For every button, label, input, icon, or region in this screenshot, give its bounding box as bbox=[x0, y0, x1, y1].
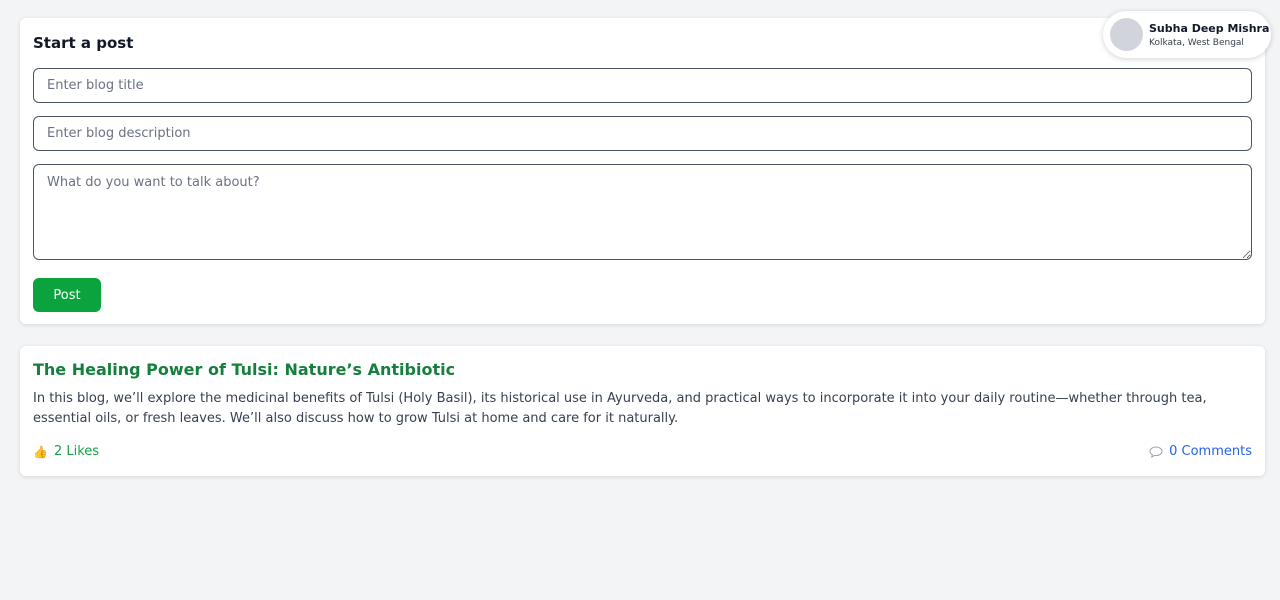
avatar bbox=[1110, 18, 1143, 51]
post-title[interactable]: The Healing Power of Tulsi: Nature’s Ant… bbox=[33, 360, 455, 379]
thumbs-up-icon: 👍 bbox=[33, 444, 48, 459]
post-button[interactable]: Post bbox=[33, 278, 101, 312]
blog-post-card: The Healing Power of Tulsi: Nature’s Ant… bbox=[20, 346, 1265, 476]
profile-location: Kolkata, West Bengal bbox=[1149, 38, 1244, 48]
comment-icon bbox=[1149, 445, 1163, 458]
profile-name: Subha Deep Mishra bbox=[1149, 22, 1270, 35]
blog-body-textarea[interactable] bbox=[33, 164, 1252, 260]
blog-title-input[interactable] bbox=[33, 68, 1252, 103]
likes-count: 2 Likes bbox=[53, 444, 100, 459]
post-description: In this blog, we’ll explore the medicina… bbox=[33, 391, 1207, 426]
profile-card[interactable]: Subha Deep Mishra Kolkata, West Bengal bbox=[1103, 11, 1271, 58]
blog-description-input[interactable] bbox=[33, 116, 1252, 151]
comments-count: 0 Comments bbox=[1169, 444, 1252, 459]
composer-heading: Start a post bbox=[33, 34, 134, 52]
like-button[interactable]: 👍 2 Likes bbox=[33, 444, 99, 459]
post-composer: Start a post Post bbox=[20, 18, 1265, 324]
comments-button[interactable]: 0 Comments bbox=[1149, 444, 1252, 459]
